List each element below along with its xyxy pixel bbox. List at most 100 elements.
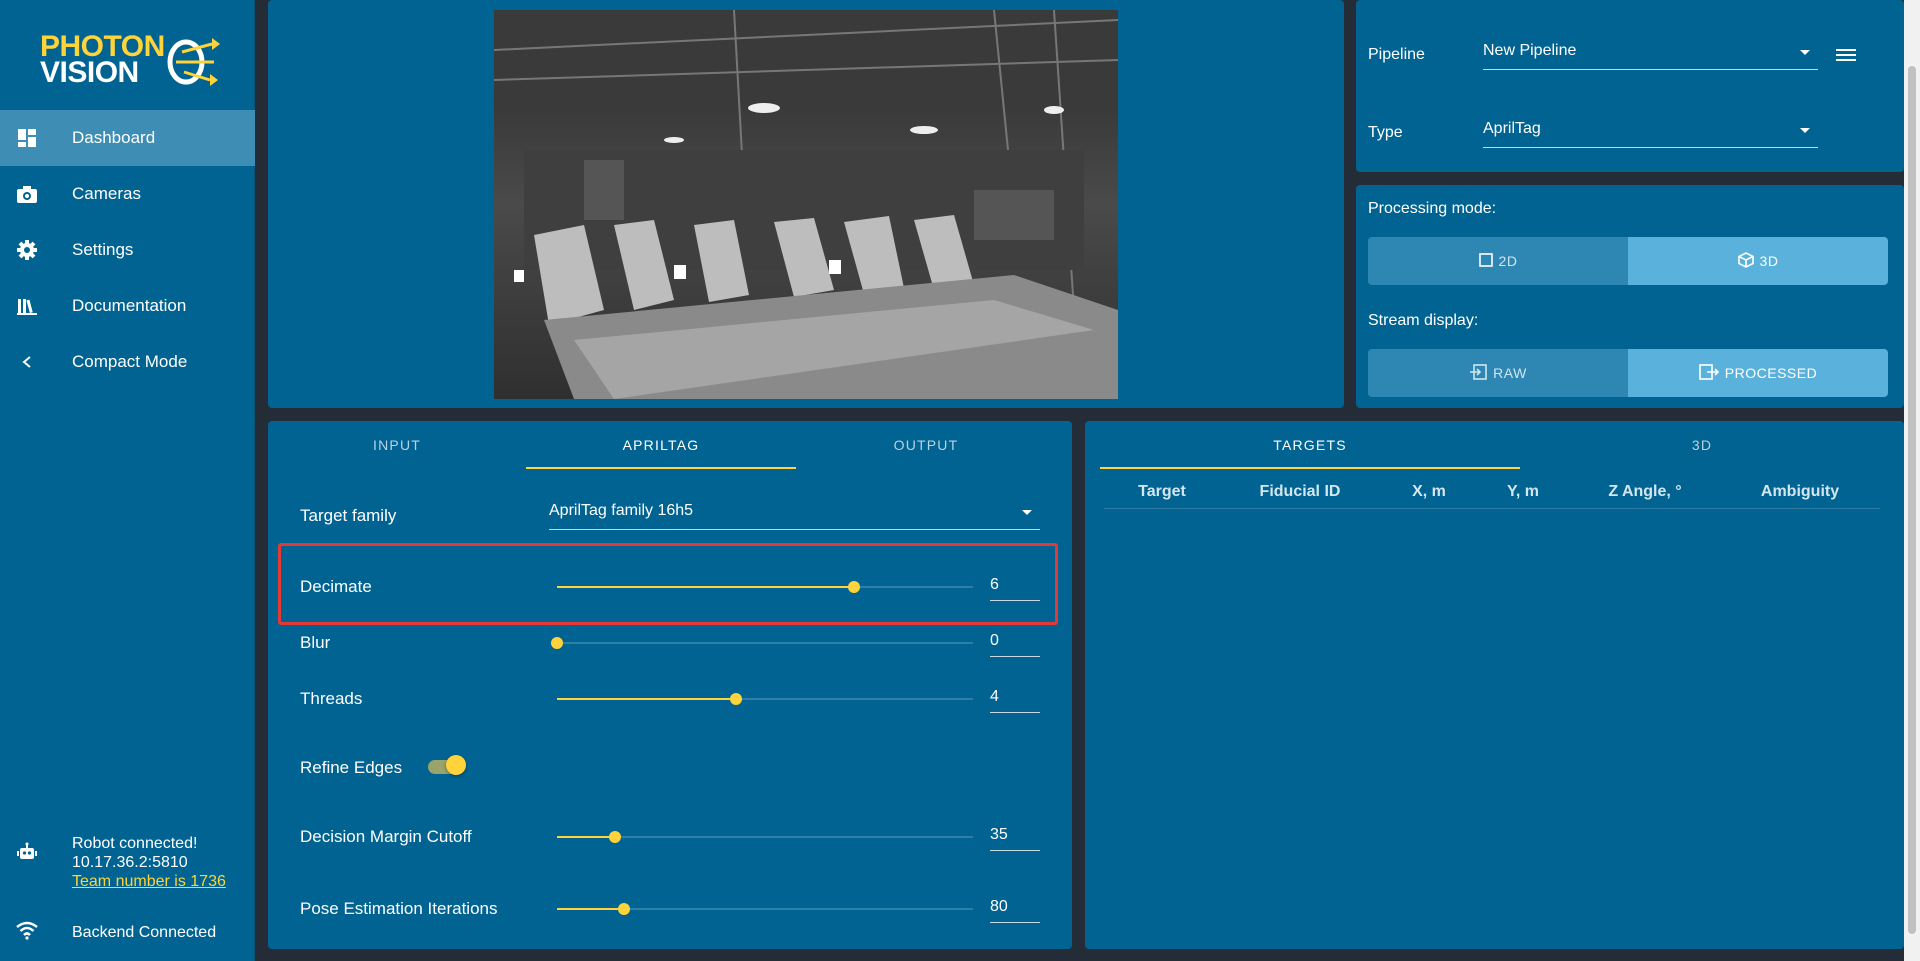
slider-thumb[interactable]: [617, 903, 630, 915]
processing-3d-label: 3D: [1759, 253, 1779, 269]
column-header-target[interactable]: Target: [1128, 483, 1196, 501]
column-header-x[interactable]: X, m: [1404, 483, 1454, 501]
tab-input[interactable]: INPUT: [268, 421, 526, 469]
settings-tabs: INPUT APRILTAG OUTPUT: [268, 421, 1056, 469]
stream-raw-button[interactable]: RAW: [1368, 349, 1628, 397]
slider-thumb[interactable]: [551, 637, 563, 649]
dashboard-icon: [16, 127, 38, 149]
scrollbar-thumb[interactable]: [1908, 66, 1916, 934]
output-icon: [1698, 363, 1719, 383]
logo-word-vision: VISION: [40, 56, 139, 89]
processing-2d-button[interactable]: 2D: [1368, 237, 1628, 285]
pose-iterations-label: Pose Estimation Iterations: [300, 899, 498, 918]
type-label: Type: [1368, 124, 1403, 141]
decision-margin-value-field[interactable]: 35: [990, 821, 1040, 851]
pipeline-select-value: New Pipeline: [1483, 42, 1577, 59]
square-icon: [1478, 252, 1493, 270]
slider-fill: [557, 836, 616, 838]
stream-display-label: Stream display:: [1368, 312, 1479, 329]
switch-knob: [446, 755, 466, 775]
team-number-link[interactable]: Team number is 1736: [72, 873, 226, 890]
refine-edges-label: Refine Edges: [300, 758, 403, 777]
pipeline-select[interactable]: New Pipeline: [1483, 36, 1818, 70]
type-select[interactable]: AprilTag: [1483, 114, 1818, 148]
camera-frame-image: [494, 10, 1118, 399]
slider-fill: [557, 698, 736, 700]
results-tabs: TARGETS 3D: [1100, 421, 1884, 469]
threads-slider[interactable]: [557, 689, 973, 709]
camera-icon: [16, 183, 38, 205]
decision-margin-slider[interactable]: [557, 827, 973, 847]
sidebar: PHOTON VISION Dashboard Cameras Settings: [0, 0, 255, 961]
camera-stream[interactable]: [494, 10, 1118, 399]
column-header-fiducial-id[interactable]: Fiducial ID: [1248, 483, 1352, 501]
refine-edges-switch[interactable]: [428, 755, 468, 776]
menu-icon[interactable]: [1836, 48, 1856, 62]
blur-slider[interactable]: [551, 633, 973, 653]
stream-raw-label: RAW: [1493, 365, 1527, 381]
target-family-label: Target family: [300, 506, 397, 525]
type-select-value: AprilTag: [1483, 120, 1541, 137]
chevron-down-icon: [1800, 50, 1810, 55]
wifi-icon: [16, 920, 38, 942]
column-header-z-angle[interactable]: Z Angle, °: [1600, 483, 1690, 501]
pose-iterations-value-field[interactable]: 80: [990, 893, 1040, 923]
tab-targets[interactable]: TARGETS: [1100, 421, 1520, 469]
sidebar-item-documentation[interactable]: Documentation: [0, 278, 255, 334]
column-header-y[interactable]: Y, m: [1498, 483, 1548, 501]
display-mode-panel: Processing mode: 2D 3D Stream display: R…: [1356, 185, 1904, 408]
slider-fill: [557, 586, 855, 588]
column-header-ambiguity[interactable]: Ambiguity: [1752, 483, 1848, 501]
stream-processed-button[interactable]: PROCESSED: [1628, 349, 1888, 397]
robot-connected-text: Robot connected!: [72, 835, 198, 852]
slider-thumb[interactable]: [609, 831, 622, 843]
slider-fill: [557, 908, 624, 910]
blur-label: Blur: [300, 633, 331, 652]
slider-thumb[interactable]: [729, 693, 742, 705]
target-family-select[interactable]: AprilTag family 16h5: [549, 496, 1040, 530]
chevron-left-icon: [16, 351, 38, 373]
blur-value-field[interactable]: 0: [990, 627, 1040, 657]
tab-3d[interactable]: 3D: [1520, 421, 1884, 469]
processing-3d-button[interactable]: 3D: [1628, 237, 1888, 285]
tab-output[interactable]: OUTPUT: [796, 421, 1056, 469]
sidebar-item-label: Settings: [72, 240, 134, 259]
backend-connected-text: Backend Connected: [72, 924, 217, 941]
sidebar-item-dashboard[interactable]: Dashboard: [0, 110, 255, 166]
decimate-label: Decimate: [300, 577, 372, 596]
page-scrollbar[interactable]: [1904, 0, 1920, 961]
gear-icon: [16, 239, 38, 261]
slider-track: [557, 642, 973, 644]
sidebar-item-label: Documentation: [72, 296, 187, 315]
target-family-value: AprilTag family 16h5: [549, 502, 694, 519]
photonvision-logo: PHOTON VISION: [38, 28, 228, 88]
pipeline-label: Pipeline: [1368, 46, 1425, 63]
logo-lens-icon: [167, 38, 220, 86]
processing-mode-toggle: 2D 3D: [1368, 237, 1888, 285]
robot-icon: [16, 842, 38, 864]
stream-display-toggle: RAW PROCESSED: [1368, 349, 1888, 397]
sidebar-item-label: Dashboard: [72, 128, 156, 147]
decision-margin-label: Decision Margin Cutoff: [300, 827, 472, 846]
tab-apriltag[interactable]: APRILTAG: [526, 421, 796, 469]
input-icon: [1469, 363, 1487, 383]
slider-thumb[interactable]: [848, 581, 861, 593]
robot-address: 10.17.36.2:5810: [72, 854, 188, 871]
decimate-slider[interactable]: [557, 577, 973, 597]
stream-processed-label: PROCESSED: [1724, 365, 1818, 381]
sidebar-item-settings[interactable]: Settings: [0, 222, 255, 278]
processing-2d-label: 2D: [1498, 253, 1518, 269]
table-header-divider: [1104, 508, 1880, 509]
cube-icon: [1737, 251, 1754, 271]
chevron-down-icon: [1022, 510, 1032, 515]
sidebar-item-label: Cameras: [72, 184, 141, 203]
threads-value-field[interactable]: 4: [990, 683, 1040, 713]
sidebar-item-compact-mode[interactable]: Compact Mode: [0, 334, 255, 390]
sidebar-item-label: Compact Mode: [72, 352, 188, 371]
chevron-down-icon: [1800, 128, 1810, 133]
decimate-value-field[interactable]: 6: [990, 571, 1040, 601]
pose-iterations-slider[interactable]: [557, 899, 973, 919]
books-icon: [16, 295, 38, 317]
pipeline-panel: Pipeline New Pipeline Type AprilTag: [1356, 0, 1904, 172]
sidebar-item-cameras[interactable]: Cameras: [0, 166, 255, 222]
